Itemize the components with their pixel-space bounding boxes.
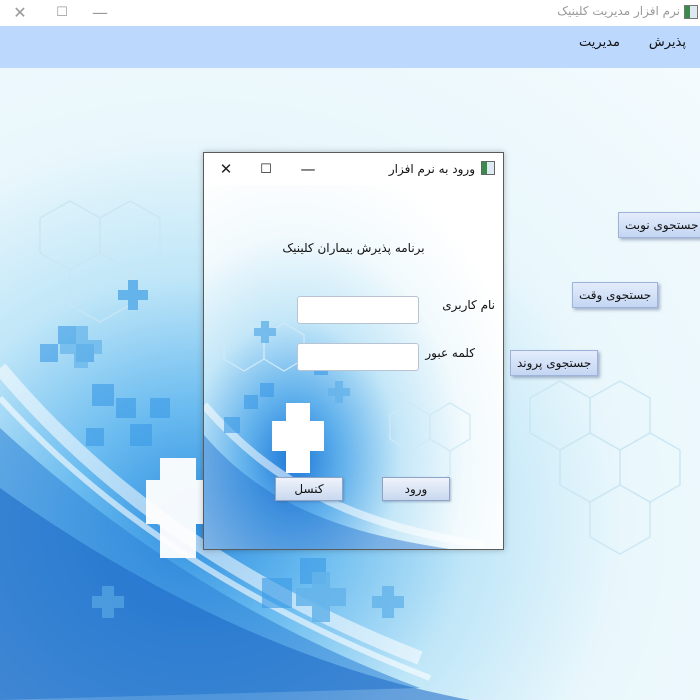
login-dialog-body: برنامه پذیرش بیماران کلینیک نام کاربری ک… <box>204 185 503 549</box>
login-heading: برنامه پذیرش بیماران کلینیک <box>282 241 425 255</box>
maximize-icon[interactable]: ☐ <box>42 0 82 24</box>
window-title: نرم افزار مدیریت کلینیک <box>557 4 680 18</box>
app-icon <box>684 5 698 19</box>
dialog-minimize-icon[interactable]: — <box>290 157 326 181</box>
login-dialog-title: ورود به نرم افزار <box>388 162 475 176</box>
main-title-bar: ✕ ☐ — نرم افزار مدیریت کلینیک <box>0 0 700 26</box>
login-dialog-title-bar: ✕ ☐ — ورود به نرم افزار <box>204 153 503 185</box>
password-label: کلمه عبور <box>425 346 475 360</box>
close-icon[interactable]: ✕ <box>0 0 40 24</box>
search-turn-button[interactable]: جستجوی نوبت <box>618 212 700 238</box>
dialog-app-icon <box>481 161 495 175</box>
password-field[interactable] <box>297 343 419 371</box>
menu-item-reception[interactable]: پذیرش <box>649 35 686 50</box>
login-dialog: ✕ ☐ — ورود به نرم افزار برنامه پذیرش بیم… <box>203 152 504 550</box>
dialog-close-icon[interactable]: ✕ <box>208 157 244 181</box>
username-label: نام کاربری <box>442 298 495 312</box>
menu-bar: پذیرش مدیریت <box>0 26 700 68</box>
search-time-button[interactable]: جستجوی وقت <box>572 282 659 308</box>
minimize-icon[interactable]: — <box>80 0 120 24</box>
cancel-button[interactable]: کنسل <box>275 477 343 501</box>
menu-item-management[interactable]: مدیریت <box>579 35 620 50</box>
username-field[interactable] <box>297 296 419 324</box>
dialog-maximize-icon[interactable]: ☐ <box>248 157 284 181</box>
login-button[interactable]: ورود <box>382 477 450 501</box>
search-file-button[interactable]: جستجوی پروند <box>510 350 599 376</box>
